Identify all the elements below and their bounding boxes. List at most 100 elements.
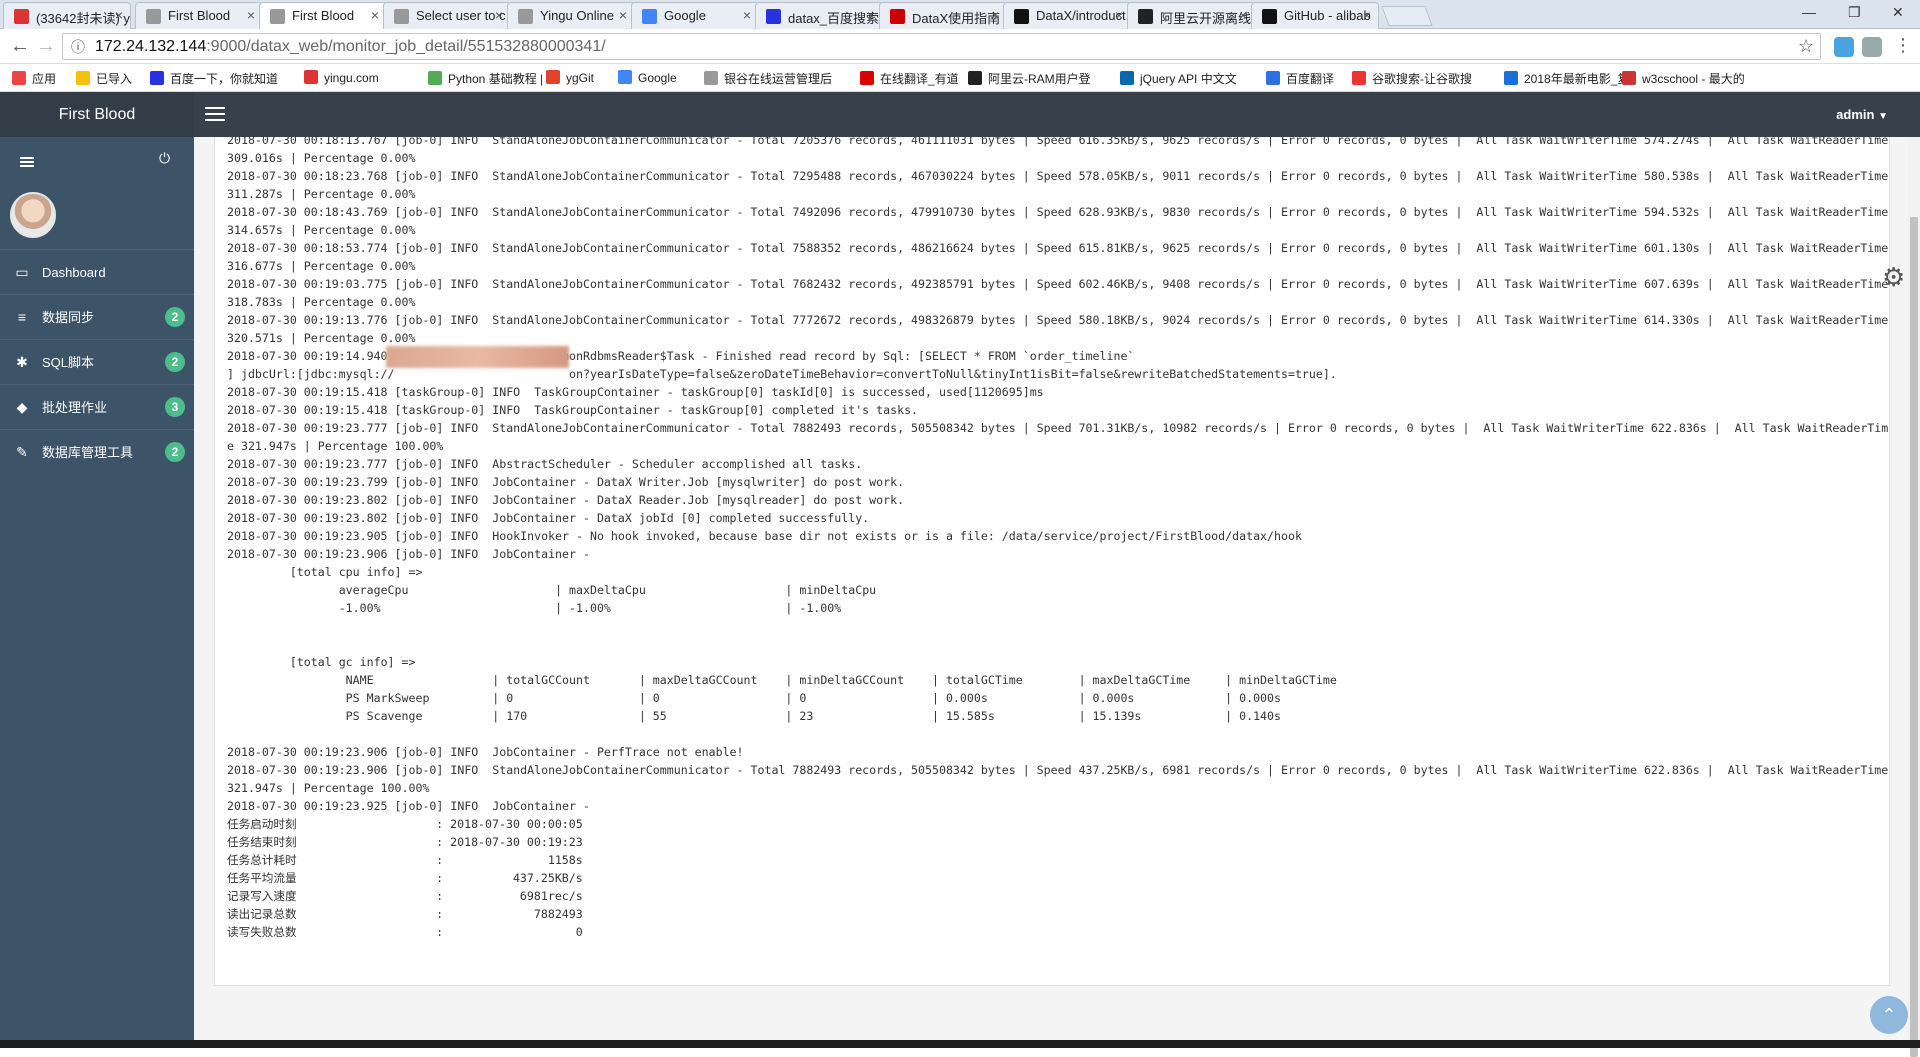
- sidebar-item[interactable]: ◆ 批处理作业 3: [0, 384, 194, 429]
- bookmark-item[interactable]: 百度一下，你就知道: [150, 70, 278, 87]
- extension-icon[interactable]: [1834, 37, 1854, 57]
- tab-close-icon[interactable]: ×: [743, 7, 751, 23]
- sidebar-toggle-icon[interactable]: [205, 103, 225, 125]
- list-icon: ≡: [17, 309, 27, 325]
- tab-favicon-icon: [766, 9, 781, 24]
- bookmark-item[interactable]: Python 基础教程 |: [428, 70, 543, 87]
- bookmark-item[interactable]: w3cschool - 最大的: [1622, 70, 1745, 87]
- tab-close-icon[interactable]: ×: [247, 7, 255, 23]
- tab-close-icon[interactable]: ×: [371, 7, 379, 23]
- browser-tab[interactable]: (33642封未读) y ×: [3, 2, 131, 29]
- brand-title[interactable]: First Blood: [0, 92, 194, 137]
- sidebar-item-label: 数据库管理工具: [42, 445, 134, 460]
- browser-tab[interactable]: DataX使用指南 - ×: [879, 2, 1007, 29]
- bookmark-label: 银谷在线运营管理后: [724, 72, 833, 86]
- page-info-icon[interactable]: ⓘ: [71, 35, 85, 60]
- browser-tab[interactable]: First Blood ×: [259, 2, 387, 30]
- count-badge: 3: [165, 397, 185, 417]
- avatar[interactable]: [10, 192, 56, 238]
- browser-tab[interactable]: First Blood ×: [135, 2, 263, 29]
- browser-tab-strip: (33642封未读) y × First Blood × First Blood × Sel…: [0, 0, 1920, 30]
- bookmark-item[interactable]: 银谷在线运营管理后: [704, 70, 832, 87]
- tab-title: GitHub - alibab: [1284, 8, 1371, 23]
- bookmark-favicon-icon: [76, 71, 90, 85]
- bookmark-item[interactable]: 百度翻译: [1266, 70, 1334, 87]
- browser-tab[interactable]: GitHub - alibab ×: [1251, 2, 1379, 29]
- browser-tab[interactable]: Yingu Online ×: [507, 2, 635, 29]
- bookmark-item[interactable]: jQuery API 中文文: [1120, 70, 1237, 87]
- chevron-down-icon: ▼: [1878, 111, 1888, 122]
- bookmark-item[interactable]: 2018年最新电影_复: [1504, 70, 1629, 87]
- forward-icon[interactable]: →: [36, 35, 56, 57]
- scrollbar-thumb[interactable]: [1910, 217, 1918, 1057]
- menu-icon[interactable]: [20, 155, 34, 169]
- tab-favicon-icon: [1262, 9, 1277, 24]
- bookmark-favicon-icon: [428, 71, 442, 85]
- sidebar-item-label: SQL脚本: [42, 355, 95, 370]
- sidebar-item[interactable]: ≡ 数据同步 2: [0, 294, 194, 339]
- tab-title: First Blood: [292, 8, 355, 23]
- vertical-scrollbar[interactable]: [1908, 137, 1920, 1057]
- browser-tab[interactable]: datax_百度搜索 ×: [755, 2, 883, 29]
- browser-menu-icon[interactable]: ⋮: [1894, 34, 1912, 56]
- tab-title: Select user to c: [416, 8, 506, 23]
- browser-tab[interactable]: DataX/introduct ×: [1003, 2, 1131, 29]
- tab-close-icon[interactable]: ×: [1115, 7, 1123, 23]
- sidebar-item-label: Dashboard: [42, 265, 106, 280]
- power-icon[interactable]: ⏻: [159, 150, 170, 167]
- tab-favicon-icon: [1138, 9, 1153, 24]
- bookmark-item[interactable]: yingu.com: [304, 70, 379, 85]
- minimize-icon[interactable]: —: [1802, 4, 1816, 20]
- tab-close-icon[interactable]: ×: [867, 7, 875, 23]
- bookmark-favicon-icon: [150, 71, 164, 85]
- address-bar: ← → ↻ ⓘ 172.24.132.144:9000/datax_web/mo…: [0, 29, 1920, 64]
- sidebar-item[interactable]: ▭ Dashboard: [0, 249, 194, 294]
- tab-title: DataX/introduct: [1036, 8, 1126, 23]
- bookmark-item[interactable]: 应用: [12, 70, 56, 87]
- count-badge: 2: [165, 352, 185, 372]
- url-host: 172.24.132.144: [95, 38, 207, 55]
- url-input[interactable]: ⓘ 172.24.132.144:9000/datax_web/monitor_…: [62, 33, 1821, 60]
- bookmark-item[interactable]: 在线翻译_有道: [860, 70, 959, 87]
- bookmark-favicon-icon: [968, 71, 982, 85]
- scroll-to-top-button[interactable]: ⌃: [1870, 996, 1908, 1034]
- browser-tab[interactable]: Google ×: [631, 2, 759, 29]
- sidebar-item[interactable]: ✱ SQL脚本 2: [0, 339, 194, 384]
- bookmark-item[interactable]: 已导入: [76, 70, 132, 87]
- gear-icon[interactable]: ⚙: [1882, 262, 1905, 293]
- bookmark-favicon-icon: [1622, 71, 1636, 85]
- tag-icon: ◆: [16, 399, 28, 415]
- bookmark-label: yingu.com: [324, 71, 379, 85]
- user-name: admin: [1836, 107, 1875, 122]
- browser-tab[interactable]: Select user to c ×: [383, 2, 511, 29]
- new-tab-button[interactable]: [1381, 6, 1433, 26]
- bookmark-item[interactable]: ygGit: [546, 70, 594, 85]
- bookmark-favicon-icon: [860, 71, 874, 85]
- bookmark-item[interactable]: 谷歌搜索-让谷歌搜: [1352, 70, 1472, 87]
- bookmark-favicon-icon: [1120, 71, 1134, 85]
- back-icon[interactable]: ←: [10, 35, 30, 57]
- browser-tab[interactable]: 阿里云开源离线 ×: [1127, 2, 1255, 29]
- tab-close-icon[interactable]: ×: [1239, 7, 1247, 23]
- bookmarks-bar: 应用 已导入 百度一下，你就知道 yingu.com Python 基础教程 | ygGi…: [0, 64, 1920, 92]
- app-header: First Blood admin ▼: [0, 92, 1920, 137]
- bookmark-star-icon[interactable]: ☆: [1798, 34, 1814, 59]
- job-log-panel: 2018-07-30 00:18:13.767 [job-0] INFO Sta…: [214, 137, 1890, 986]
- redacted-region: [386, 346, 569, 368]
- sidebar-item-label: 批处理作业: [42, 400, 108, 415]
- tab-close-icon[interactable]: ×: [619, 7, 627, 23]
- tab-close-icon[interactable]: ×: [115, 7, 123, 23]
- sidebar-item[interactable]: ✎ 数据库管理工具 2: [0, 429, 194, 474]
- maximize-icon[interactable]: ❐: [1848, 4, 1861, 21]
- user-menu[interactable]: admin ▼: [1836, 92, 1888, 139]
- tab-close-icon[interactable]: ×: [1363, 7, 1371, 23]
- extension-icon[interactable]: [1862, 37, 1882, 57]
- bookmark-label: ygGit: [566, 71, 595, 85]
- bookmark-favicon-icon: [704, 71, 718, 85]
- tab-close-icon[interactable]: ×: [495, 7, 503, 23]
- close-window-icon[interactable]: ✕: [1892, 4, 1904, 21]
- bookmark-item[interactable]: 阿里云-RAM用户登: [968, 70, 1091, 87]
- bookmark-item[interactable]: Google: [618, 70, 677, 85]
- job-log-text: 2018-07-30 00:18:13.767 [job-0] INFO Sta…: [227, 137, 1889, 939]
- tab-close-icon[interactable]: ×: [991, 7, 999, 23]
